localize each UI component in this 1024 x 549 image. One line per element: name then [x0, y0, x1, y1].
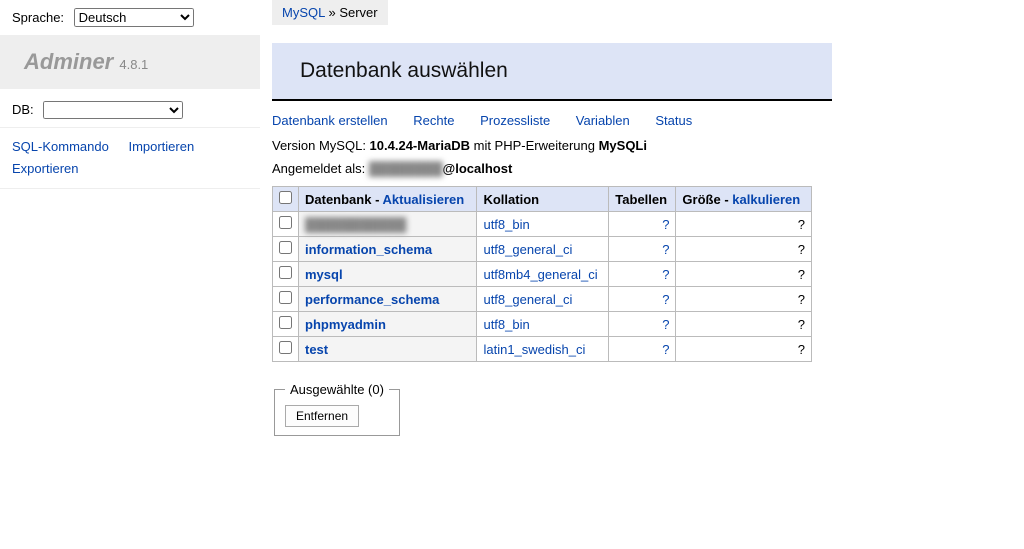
collation-link[interactable]: utf8_general_ci	[483, 242, 572, 257]
breadcrumb-current: Server	[339, 5, 377, 20]
menu-links: SQL-Kommando Importieren Exportieren	[0, 128, 260, 189]
row-checkbox[interactable]	[279, 241, 292, 254]
language-select[interactable]: Deutsch	[74, 8, 194, 27]
table-row: information_schema utf8_general_ci??	[273, 237, 812, 262]
sql-command-link[interactable]: SQL-Kommando	[12, 136, 109, 158]
collation-link[interactable]: utf8_bin	[483, 317, 529, 332]
tables-count-link[interactable]: ?	[662, 267, 669, 282]
breadcrumb-root[interactable]: MySQL	[282, 5, 325, 20]
tables-count-link[interactable]: ?	[662, 292, 669, 307]
row-checkbox[interactable]	[279, 341, 292, 354]
app-logo: Adminer 4.8.1	[24, 49, 148, 74]
logo-block: Adminer 4.8.1	[0, 35, 260, 89]
row-checkbox[interactable]	[279, 266, 292, 279]
database-link[interactable]: ███████████	[305, 217, 406, 232]
tables-count-link[interactable]: ?	[662, 242, 669, 257]
col-tables: Tabellen	[609, 187, 676, 212]
tables-count-link[interactable]: ?	[662, 317, 669, 332]
col-size: Größe - kalkulieren	[676, 187, 812, 212]
size-cell: ?	[676, 312, 812, 337]
language-label: Sprache:	[12, 10, 64, 25]
page-title: Datenbank auswählen	[272, 43, 832, 101]
table-row: phpmyadmin utf8_bin??	[273, 312, 812, 337]
collation-link[interactable]: latin1_swedish_ci	[483, 342, 585, 357]
variables-link[interactable]: Variablen	[576, 113, 630, 128]
tables-count-link[interactable]: ?	[662, 217, 669, 232]
db-select[interactable]	[43, 101, 183, 119]
table-row: mysql utf8mb4_general_ci??	[273, 262, 812, 287]
login-user-hidden: ████████	[369, 161, 443, 176]
drop-button[interactable]: Entfernen	[285, 405, 359, 427]
row-checkbox[interactable]	[279, 291, 292, 304]
processlist-link[interactable]: Prozessliste	[480, 113, 550, 128]
main-content: MySQL » Server Datenbank auswählen Daten…	[260, 0, 1024, 436]
row-checkbox[interactable]	[279, 316, 292, 329]
action-links: Datenbank erstellen Rechte Prozessliste …	[272, 113, 1012, 128]
col-collation: Kollation	[477, 187, 609, 212]
database-link[interactable]: test	[305, 342, 328, 357]
size-cell: ?	[676, 262, 812, 287]
size-cell: ?	[676, 337, 812, 362]
collation-link[interactable]: utf8_bin	[483, 217, 529, 232]
export-link[interactable]: Exportieren	[12, 158, 78, 180]
version-info: Version MySQL: 10.4.24-MariaDB mit PHP-E…	[272, 138, 1012, 153]
database-table: Datenbank - Aktualisieren Kollation Tabe…	[272, 186, 812, 362]
create-database-link[interactable]: Datenbank erstellen	[272, 113, 388, 128]
database-link[interactable]: mysql	[305, 267, 343, 282]
tables-count-link[interactable]: ?	[662, 342, 669, 357]
database-link[interactable]: information_schema	[305, 242, 432, 257]
app-version: 4.8.1	[119, 57, 148, 72]
collation-link[interactable]: utf8_general_ci	[483, 292, 572, 307]
col-database: Datenbank - Aktualisieren	[299, 187, 477, 212]
status-link[interactable]: Status	[655, 113, 692, 128]
select-all-checkbox[interactable]	[279, 191, 292, 204]
selected-fieldset: Ausgewählte (0) Entfernen	[274, 382, 400, 436]
breadcrumb: MySQL » Server	[272, 0, 388, 25]
table-row: test latin1_swedish_ci??	[273, 337, 812, 362]
size-cell: ?	[676, 287, 812, 312]
table-row: performance_schema utf8_general_ci??	[273, 287, 812, 312]
selected-legend: Ausgewählte (0)	[285, 382, 389, 397]
privileges-link[interactable]: Rechte	[413, 113, 454, 128]
database-link[interactable]: performance_schema	[305, 292, 439, 307]
login-info: Angemeldet als: ████████@localhost	[272, 161, 1012, 176]
compute-link[interactable]: kalkulieren	[732, 192, 800, 207]
size-cell: ?	[676, 237, 812, 262]
database-link[interactable]: phpmyadmin	[305, 317, 386, 332]
size-cell: ?	[676, 212, 812, 237]
collation-link[interactable]: utf8mb4_general_ci	[483, 267, 597, 282]
table-row: ███████████ utf8_bin??	[273, 212, 812, 237]
refresh-link[interactable]: Aktualisieren	[383, 192, 465, 207]
db-select-form: DB:	[0, 97, 260, 128]
db-label: DB:	[12, 102, 34, 117]
sidebar: Sprache: Deutsch Adminer 4.8.1 DB: SQL-K…	[0, 0, 260, 436]
import-link[interactable]: Importieren	[128, 136, 194, 158]
language-selector: Sprache: Deutsch	[0, 0, 260, 35]
row-checkbox[interactable]	[279, 216, 292, 229]
